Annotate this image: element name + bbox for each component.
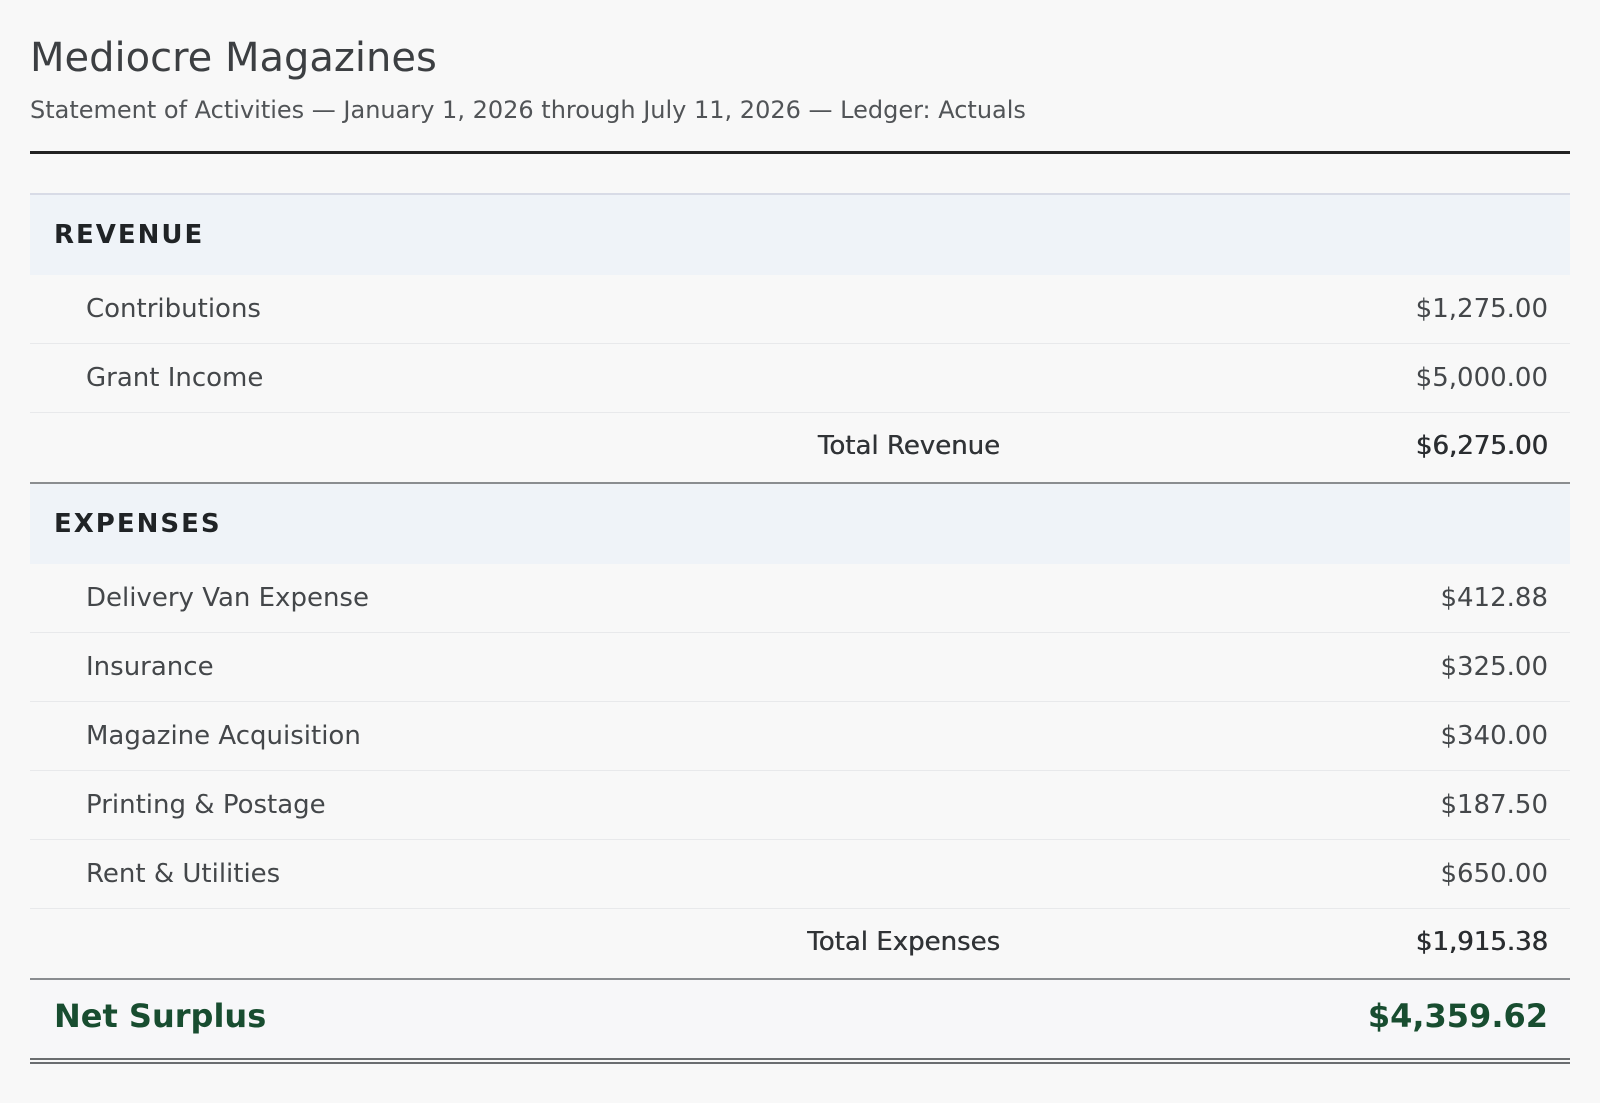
row-label: Contributions — [86, 294, 261, 324]
header-divider — [30, 151, 1570, 154]
report-subtitle: Statement of Activities — January 1, 202… — [30, 96, 1026, 124]
net-surplus-amount: $4,359.62 — [1367, 997, 1548, 1035]
double-underline-divider — [30, 1058, 1570, 1064]
total-revenue-label: Total Revenue — [817, 431, 1000, 461]
total-expenses-amount: $1,915.38 — [1415, 927, 1548, 957]
table-row: Grant Income $5,000.00 — [30, 344, 1570, 413]
row-amount: $412.88 — [1440, 583, 1548, 613]
row-label: Insurance — [86, 652, 214, 682]
row-amount: $5,000.00 — [1415, 363, 1548, 393]
row-label: Magazine Acquisition — [86, 721, 361, 751]
row-amount: $187.50 — [1440, 790, 1548, 820]
statement-table: REVENUE Contributions $1,275.00 Grant In… — [30, 193, 1570, 1064]
row-amount: $340.00 — [1440, 721, 1548, 751]
table-row: Delivery Van Expense $412.88 — [30, 564, 1570, 633]
table-row: Printing & Postage $187.50 — [30, 771, 1570, 840]
total-revenue-amount: $6,275.00 — [1415, 431, 1548, 461]
row-amount: $1,275.00 — [1415, 294, 1548, 324]
table-row: Insurance $325.00 — [30, 633, 1570, 702]
total-expenses-row: Total Expenses $1,915.38 — [30, 909, 1570, 978]
net-surplus-row: Net Surplus $4,359.62 — [30, 978, 1570, 1058]
page-title: Mediocre Magazines — [30, 35, 437, 81]
revenue-section-heading: REVENUE — [30, 193, 1570, 275]
row-amount: $650.00 — [1440, 859, 1548, 889]
total-expenses-label: Total Expenses — [807, 927, 1000, 957]
row-label: Rent & Utilities — [86, 859, 281, 889]
expenses-section-heading: EXPENSES — [30, 482, 1570, 564]
table-row: Rent & Utilities $650.00 — [30, 840, 1570, 909]
report-page: Mediocre Magazines Statement of Activiti… — [0, 0, 1600, 1103]
table-row: Contributions $1,275.00 — [30, 275, 1570, 344]
row-label: Grant Income — [86, 363, 264, 393]
total-revenue-row: Total Revenue $6,275.00 — [30, 413, 1570, 482]
net-surplus-label: Net Surplus — [54, 997, 267, 1035]
row-label: Printing & Postage — [86, 790, 326, 820]
row-amount: $325.00 — [1440, 652, 1548, 682]
row-label: Delivery Van Expense — [86, 583, 369, 613]
table-row: Magazine Acquisition $340.00 — [30, 702, 1570, 771]
